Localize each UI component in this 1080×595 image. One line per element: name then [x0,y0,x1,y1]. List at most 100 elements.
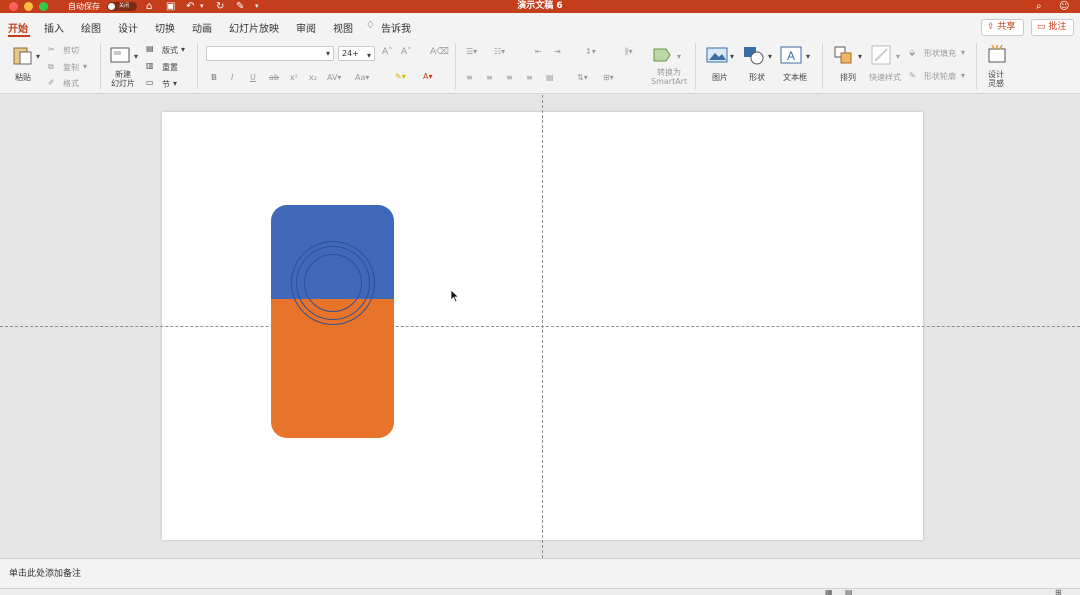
shape-outline-icon[interactable]: ✎ [909,71,916,80]
shape-outline-label[interactable]: 形状轮廓 [924,71,956,82]
copy-dropdown-icon[interactable]: ▾ [83,62,87,71]
smartart-dropdown-icon[interactable]: ▾ [677,52,681,61]
shape-fill-icon[interactable]: ⬙ [909,48,915,57]
bullets-icon[interactable]: ☰▾ [466,47,477,56]
justify-icon[interactable]: ≡ [526,73,533,82]
tab-animations[interactable]: 动画 [192,20,212,35]
paste-icon[interactable] [11,45,33,65]
section-label[interactable]: 节 [162,79,170,90]
increase-indent-icon[interactable]: ⇥ [554,47,561,56]
format-painter-label[interactable]: 格式 [63,78,79,89]
arrange-dropdown-icon[interactable]: ▾ [858,52,862,61]
ribbon: ▾ 粘贴 ✂ 剪切 ⧉ 复制 ▾ ✐ 格式 ▾ 新建 幻灯片 ▤ 版式 ▾ ▥ … [0,39,1080,94]
new-slide-dropdown-icon[interactable]: ▾ [134,52,138,61]
align-text-icon[interactable]: ⊞▾ [603,73,614,82]
underline-icon[interactable]: U [250,73,256,82]
shape-fill-label[interactable]: 形状填充 [924,48,956,59]
horizontal-guide[interactable] [0,326,1080,327]
share-button[interactable]: ⇪ 共享 [981,19,1024,36]
arrange-icon[interactable] [833,45,855,65]
rounded-rectangle-shape[interactable] [271,205,394,438]
shape-fill-dropdown-icon[interactable]: ▾ [961,48,965,57]
font-name-input[interactable]: ▾ [206,46,334,61]
character-spacing-icon[interactable]: AV▾ [327,73,341,82]
highlight-icon[interactable]: ✎▾ [395,72,406,81]
tab-slideshow[interactable]: 幻灯片放映 [229,20,279,35]
change-case-icon[interactable]: Aa▾ [355,73,369,82]
document-title: 演示文稿 6 [517,1,563,11]
convert-smartart-label: 转换为 SmartArt [651,68,688,86]
line-spacing-icon[interactable]: ↕▾ [585,47,596,56]
copy-label[interactable]: 复制 [63,62,79,73]
align-left-icon[interactable]: ≡ [466,73,473,82]
font-color-icon[interactable]: A▾ [423,72,433,81]
new-slide-label: 新建 幻灯片 [111,70,135,88]
format-painter-icon[interactable]: ✐ [48,78,55,87]
font-size-value: 24+ [342,49,359,58]
align-right-icon[interactable]: ≡ [506,73,513,82]
paste-dropdown-icon[interactable]: ▾ [36,52,40,61]
quick-styles-dropdown-icon[interactable]: ▾ [896,52,900,61]
shape-icon[interactable] [743,45,765,65]
cut-label[interactable]: 剪切 [63,45,79,56]
shape-dropdown-icon[interactable]: ▾ [768,52,772,61]
account-icon[interactable]: ☺ [1059,0,1069,13]
shape-outline-dropdown-icon[interactable]: ▾ [961,71,965,80]
tab-review[interactable]: 审阅 [296,20,316,35]
normal-view-icon[interactable]: ▤ [845,589,853,595]
decrease-indent-icon[interactable]: ⇤ [535,47,542,56]
bold-icon[interactable]: B [211,73,217,82]
tab-home[interactable]: 开始 [8,20,28,35]
font-name-dropdown-icon[interactable]: ▾ [326,49,330,58]
italic-icon[interactable]: I [231,73,233,82]
new-slide-icon[interactable] [109,45,131,65]
share-label: 共享 [997,22,1016,32]
ribbon-separator [695,43,696,89]
cut-icon[interactable]: ✂ [48,45,55,54]
slide-canvas[interactable] [0,95,1080,558]
quick-styles-icon[interactable] [871,45,893,65]
tab-insert[interactable]: 插入 [44,20,64,35]
design-ideas-icon[interactable] [986,44,1008,64]
numbering-icon[interactable]: ☷▾ [494,47,505,56]
textbox-icon[interactable]: A [780,45,802,65]
tab-design[interactable]: 设计 [118,20,138,35]
section-icon[interactable]: ▭ [146,78,154,87]
text-direction-icon[interactable]: ⇅▾ [577,73,588,82]
slide-sorter-icon[interactable]: ▦ [825,589,833,595]
ribbon-separator [822,43,823,89]
textbox-dropdown-icon[interactable]: ▾ [806,52,810,61]
tab-view[interactable]: 视图 [333,20,353,35]
tab-draw[interactable]: 绘图 [81,20,101,35]
reset-label[interactable]: 重置 [162,62,178,73]
align-center-icon[interactable]: ≡ [486,73,493,82]
strikethrough-icon[interactable]: ab [269,73,279,82]
tab-tell-me[interactable]: 告诉我 [381,20,411,35]
notes-pane[interactable]: 单击此处添加备注 [0,558,1080,588]
font-size-dropdown-icon[interactable]: ▾ [367,49,371,62]
search-icon[interactable]: ⌕ [1036,0,1042,13]
layout-dropdown-icon[interactable]: ▾ [181,45,185,54]
font-size-input[interactable]: 24+ ▾ [338,46,375,61]
layout-label[interactable]: 版式 [162,45,178,56]
decrease-font-icon[interactable]: A˅ [401,47,412,57]
superscript-icon[interactable]: x² [290,73,298,82]
picture-icon[interactable] [706,45,728,65]
section-dropdown-icon[interactable]: ▾ [173,79,177,88]
notes-placeholder[interactable]: 单击此处添加备注 [9,566,81,579]
distributed-icon[interactable]: ▤ [546,73,554,82]
clear-format-icon[interactable]: A⌫ [430,47,449,57]
picture-dropdown-icon[interactable]: ▾ [730,52,734,61]
comment-button[interactable]: ▭ 批注 [1031,19,1074,36]
smartart-icon[interactable] [652,45,674,65]
fit-slide-icon[interactable]: ⊞ [1055,589,1062,595]
reset-icon[interactable]: ▥ [146,61,154,70]
copy-icon[interactable]: ⧉ [48,62,54,72]
arrange-label: 排列 [840,73,856,82]
tab-transitions[interactable]: 切换 [155,20,175,35]
lightbulb-icon: ♢ [366,20,375,31]
columns-icon[interactable]: ⫼▾ [625,47,633,57]
subscript-icon[interactable]: x₂ [309,73,317,82]
layout-icon[interactable]: ▤ [146,44,154,53]
increase-font-icon[interactable]: A˄ [382,47,393,57]
